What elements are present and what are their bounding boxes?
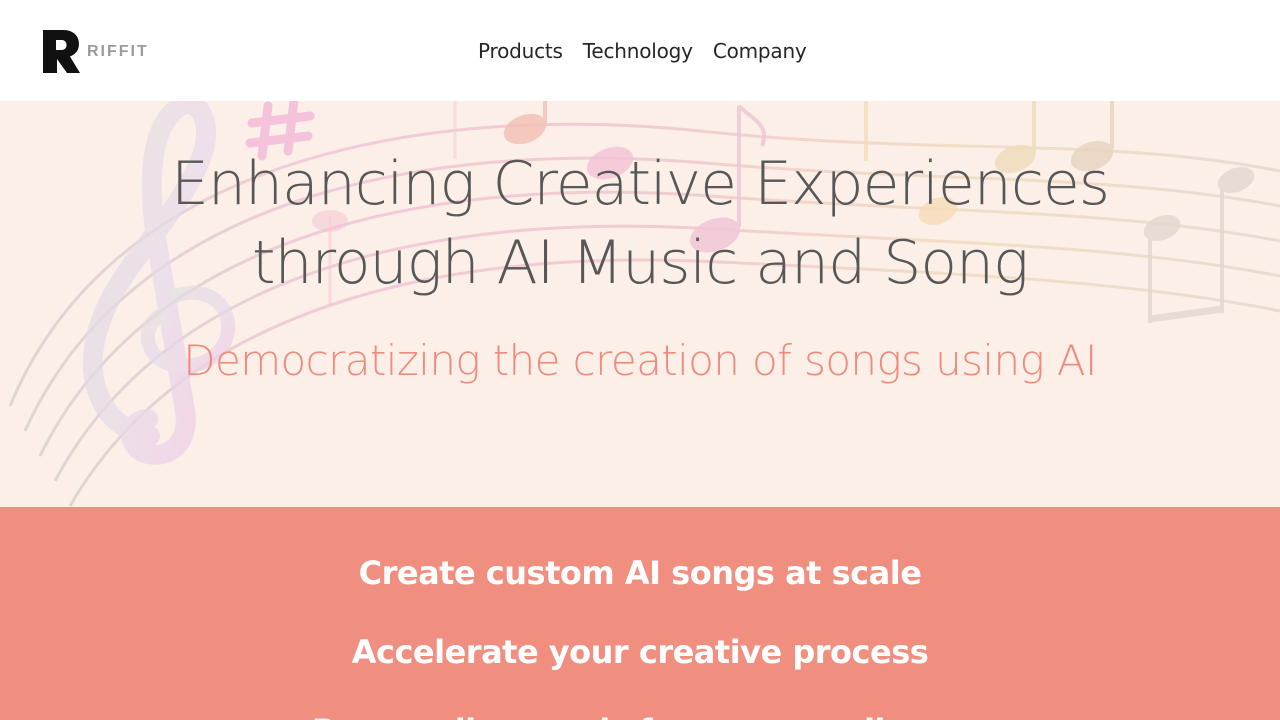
riffit-logo[interactable]: RIFFIT: [43, 29, 149, 73]
nav-technology[interactable]: Technology: [583, 39, 693, 63]
riffit-logo-icon: [43, 30, 80, 73]
hero-title-line-1: Enhancing Creative Experiences: [171, 149, 1110, 219]
feature-item: Personalize music for every audience: [0, 709, 1280, 720]
feature-item: Accelerate your creative process: [351, 633, 929, 671]
main-nav: Products Technology Company: [478, 36, 807, 66]
hero-title-line-2: through AI Music and Song: [251, 228, 1029, 298]
features-section: Create custom AI songs at scale Accelera…: [0, 507, 1280, 720]
nav-company[interactable]: Company: [713, 39, 807, 63]
feature-item: Create custom AI songs at scale: [358, 554, 922, 592]
hero-section: Enhancing Creative Experiences through A…: [0, 101, 1280, 507]
hero-subtitle: Democratizing the creation of songs usin…: [183, 336, 1097, 385]
nav-products[interactable]: Products: [478, 39, 563, 63]
hero-title: Enhancing Creative Experiences through A…: [0, 145, 1280, 303]
logo-wordmark: RIFFIT: [87, 43, 149, 60]
site-header: RIFFIT Products Technology Company: [0, 0, 1280, 101]
